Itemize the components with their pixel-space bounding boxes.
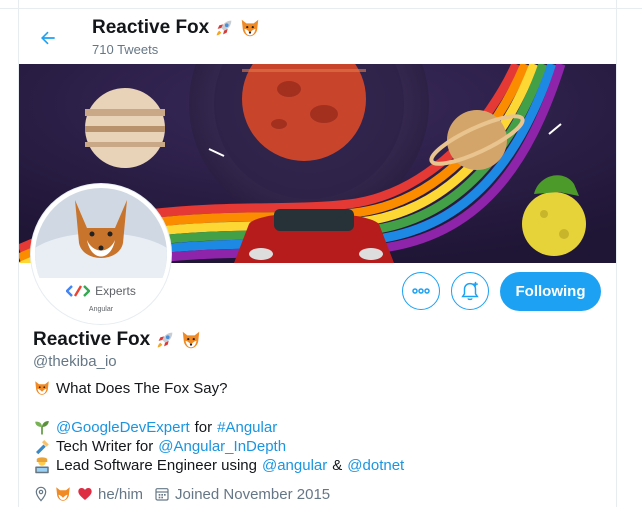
tweet-count: 710 Tweets: [92, 42, 159, 57]
bell-plus-icon: [461, 281, 479, 301]
profile-header: Reactive Fox 710 Tweets: [19, 9, 616, 63]
fox-icon: [241, 19, 259, 37]
google-dev-icon: [66, 285, 91, 297]
writing-hand-icon: [36, 440, 49, 455]
heart-icon: [78, 488, 92, 500]
profile-avatar[interactable]: Experts Angular: [31, 184, 171, 324]
fox-photo: [35, 188, 167, 278]
header-title-row: Reactive Fox: [92, 17, 261, 39]
page: Reactive Fox 710 Tweets Experts Angular …: [0, 0, 642, 507]
bio-tech-writer-text: Tech Writer for: [56, 437, 154, 455]
pronouns: he/him: [98, 485, 144, 503]
experts-label: Experts: [95, 284, 136, 298]
fox-icon: [56, 487, 70, 501]
bio-ampersand: &: [332, 456, 343, 474]
header-title: Reactive Fox: [92, 17, 210, 38]
bio-line-1: What Does The Fox Say?: [33, 379, 227, 397]
following-button[interactable]: Following: [500, 272, 601, 311]
more-button[interactable]: [402, 272, 440, 310]
experts-badge: Experts: [35, 284, 167, 298]
mention-angular-indepth[interactable]: @Angular_InDepth: [158, 438, 286, 455]
fox-icon: [35, 381, 49, 395]
join-date: Joined November 2015: [175, 485, 331, 503]
mention-dotnet[interactable]: @dotnet: [347, 457, 404, 474]
location-icon: [35, 486, 47, 502]
more-icon: [412, 288, 430, 294]
bio-line-4: Lead Software Engineer using @angular & …: [33, 456, 404, 474]
notifications-button[interactable]: [451, 272, 489, 310]
experts-subtitle: Angular: [88, 306, 114, 313]
mention-angular[interactable]: @angular: [262, 457, 327, 474]
back-arrow-icon: [41, 31, 55, 45]
back-button[interactable]: [33, 23, 63, 53]
rocket-icon: [216, 20, 232, 36]
profile-handle: @thekiba_io: [33, 353, 117, 370]
bio-tagline: What Does The Fox Say?: [56, 379, 228, 397]
bio-line-3: Tech Writer for @Angular_InDepth: [33, 437, 286, 455]
bio-lead-engineer-text: Lead Software Engineer using: [56, 456, 257, 474]
bio-for-text: for: [194, 418, 213, 436]
rocket-icon: [157, 332, 173, 348]
profile-name-row: Reactive Fox: [33, 329, 202, 351]
calendar-icon: [155, 488, 169, 501]
fox-icon: [182, 331, 200, 349]
bio-line-2: @GoogleDevExpert for #Angular: [33, 418, 277, 436]
technologist-icon: [35, 457, 49, 474]
right-divider: [616, 0, 617, 507]
seedling-icon: [35, 421, 49, 435]
profile-meta: he/him Joined November 2015: [33, 485, 330, 503]
hashtag-angular[interactable]: #Angular: [217, 419, 277, 436]
mention-googledevexpert[interactable]: @GoogleDevExpert: [56, 419, 190, 436]
profile-name: Reactive Fox: [33, 329, 151, 350]
